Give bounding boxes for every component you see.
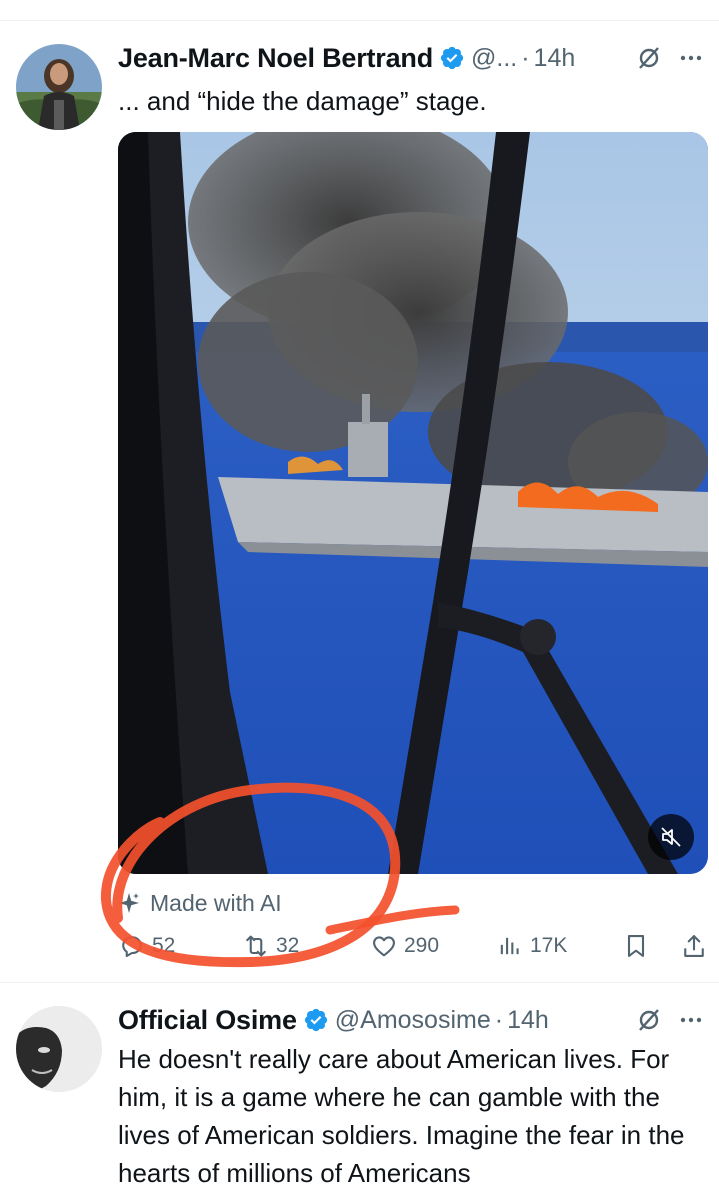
top-divider bbox=[0, 20, 719, 21]
tweet-video[interactable] bbox=[118, 132, 708, 874]
tweet[interactable]: Jean-Marc Noel Bertrand @... · 14h ... a… bbox=[0, 22, 719, 982]
repost-button[interactable]: 32 bbox=[242, 932, 299, 960]
sparkle-icon bbox=[119, 893, 139, 913]
tweet-header: Official Osime @Amososime · 14h bbox=[118, 1002, 705, 1038]
views-button[interactable]: 17K bbox=[496, 932, 567, 960]
tweet-header: Jean-Marc Noel Bertrand @... · 14h bbox=[118, 40, 705, 76]
share-button[interactable] bbox=[680, 932, 714, 960]
bookmark-button[interactable] bbox=[622, 932, 656, 960]
share-icon bbox=[684, 935, 704, 957]
like-icon bbox=[373, 936, 395, 957]
views-icon bbox=[500, 937, 519, 955]
verified-icon bbox=[440, 46, 464, 70]
author-handle[interactable]: @Amososime bbox=[335, 1006, 491, 1035]
repost-count: 32 bbox=[276, 934, 300, 957]
bookmark-icon bbox=[627, 935, 645, 957]
tweet-text: ... and “hide the damage” stage. bbox=[118, 86, 487, 116]
mute-button[interactable] bbox=[648, 814, 694, 860]
video-frame bbox=[118, 132, 708, 874]
separator-dot: · bbox=[521, 43, 530, 72]
author-handle[interactable]: @... bbox=[471, 44, 517, 73]
like-button[interactable]: 290 bbox=[370, 932, 439, 960]
made-with-ai-label[interactable]: Made with AI bbox=[118, 886, 282, 920]
tweet-text: He doesn't really care about American li… bbox=[118, 1044, 685, 1188]
author-name[interactable]: Official Osime bbox=[118, 1005, 297, 1036]
mute-icon bbox=[661, 827, 681, 847]
more-icon[interactable] bbox=[677, 44, 705, 72]
reply-count: 52 bbox=[152, 934, 176, 957]
separator-dot: · bbox=[494, 1005, 504, 1034]
grok-icon[interactable] bbox=[635, 1006, 663, 1034]
like-count: 290 bbox=[404, 934, 440, 957]
grok-icon[interactable] bbox=[635, 44, 663, 72]
timestamp[interactable]: 14h bbox=[534, 44, 576, 73]
views-count: 17K bbox=[530, 934, 568, 957]
action-bar: 52 32 290 17K bbox=[118, 926, 713, 966]
timestamp[interactable]: 14h bbox=[507, 1006, 549, 1035]
reply-icon bbox=[122, 936, 142, 957]
avatar[interactable] bbox=[16, 1006, 102, 1092]
verified-icon bbox=[304, 1008, 327, 1032]
tweet[interactable]: Official Osime @Amososime · 14h He doesn… bbox=[0, 984, 719, 1200]
ai-label-text: Made with AI bbox=[150, 889, 282, 916]
avatar[interactable] bbox=[16, 44, 102, 130]
tweet-divider bbox=[0, 982, 719, 983]
more-icon[interactable] bbox=[677, 1006, 705, 1034]
reply-button[interactable]: 52 bbox=[118, 932, 175, 960]
author-name[interactable]: Jean-Marc Noel Bertrand bbox=[118, 43, 433, 74]
repost-icon bbox=[246, 935, 266, 957]
